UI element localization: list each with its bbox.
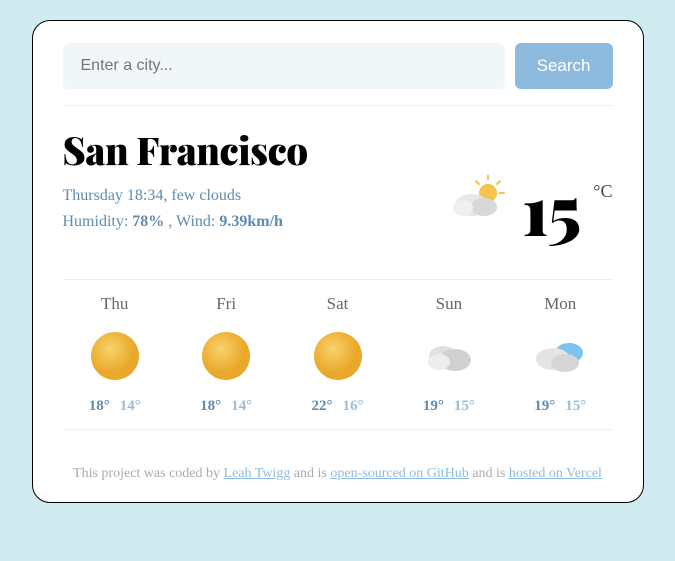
clear-sky-icon	[174, 328, 279, 384]
forecast-low: 14°	[120, 398, 141, 414]
forecast-temps: 22° 16°	[285, 398, 390, 415]
few-clouds-icon	[448, 175, 510, 230]
current-condition: few clouds	[171, 187, 241, 204]
search-button[interactable]: Search	[515, 43, 613, 89]
footer-mid1: and is	[290, 466, 330, 481]
humidity-value: 78%	[132, 213, 164, 230]
weather-card: Search San Francisco Thursday 18:34, few…	[32, 20, 644, 503]
clear-sky-icon	[63, 328, 168, 384]
forecast-low: 15°	[565, 398, 586, 414]
temperature-value: 15	[522, 175, 581, 243]
forecast-day: Thu 18° 14°	[63, 294, 168, 415]
forecast-temps: 18° 14°	[63, 398, 168, 415]
search-form: Search	[63, 43, 613, 89]
forecast-high: 19°	[534, 398, 555, 414]
forecast-day: Sat 22° 16°	[285, 294, 390, 415]
forecast-high: 18°	[89, 398, 110, 414]
forecast-day: Sun 19° 15°	[397, 294, 502, 415]
search-input[interactable]	[63, 43, 505, 89]
clear-sky-icon	[285, 328, 390, 384]
forecast-temps: 18° 14°	[174, 398, 279, 415]
humidity-label: Humidity:	[63, 213, 129, 230]
author-link[interactable]: Leah Twigg	[224, 466, 291, 481]
forecast-day: Mon 19° 15°	[508, 294, 613, 415]
footer-mid2: and is	[469, 466, 509, 481]
forecast-low: 14°	[231, 398, 252, 414]
forecast-low: 16°	[343, 398, 364, 414]
forecast-temps: 19° 15°	[508, 398, 613, 415]
weather-details: Thursday 18:34, few clouds Humidity: 78%…	[63, 183, 283, 234]
scattered-clouds-icon	[397, 328, 502, 384]
forecast-high: 19°	[423, 398, 444, 414]
forecast-day-name: Sun	[397, 294, 502, 314]
current-datetime: Thursday 18:34	[63, 187, 164, 204]
forecast-day: Fri 18° 14°	[174, 294, 279, 415]
temperature-unit: °C	[593, 181, 612, 202]
github-link[interactable]: open-sourced on GitHub	[330, 466, 468, 481]
vercel-link[interactable]: hosted on Vercel	[509, 466, 602, 481]
forecast-day-name: Sat	[285, 294, 390, 314]
forecast-row: Thu 18° 14° Fri 18° 14° Sat 22° 16° Sun 19° 15° Mon 1…	[63, 279, 613, 430]
wind-label: Wind:	[176, 213, 215, 230]
temperature-block: 15 °C	[448, 175, 612, 243]
forecast-high: 18°	[200, 398, 221, 414]
footer-prefix: This project was coded by	[73, 466, 223, 481]
few-clouds-day-icon	[508, 328, 613, 384]
divider	[63, 105, 613, 106]
forecast-day-name: Thu	[63, 294, 168, 314]
footer-credit: This project was coded by Leah Twigg and…	[63, 466, 613, 482]
forecast-temps: 19° 15°	[397, 398, 502, 415]
sep-comma: ,	[168, 213, 176, 230]
forecast-day-name: Fri	[174, 294, 279, 314]
current-weather-row: Thursday 18:34, few clouds Humidity: 78%…	[63, 175, 613, 243]
forecast-low: 15°	[454, 398, 475, 414]
forecast-day-name: Mon	[508, 294, 613, 314]
forecast-high: 22°	[312, 398, 333, 414]
wind-value: 9.39km/h	[219, 213, 283, 230]
